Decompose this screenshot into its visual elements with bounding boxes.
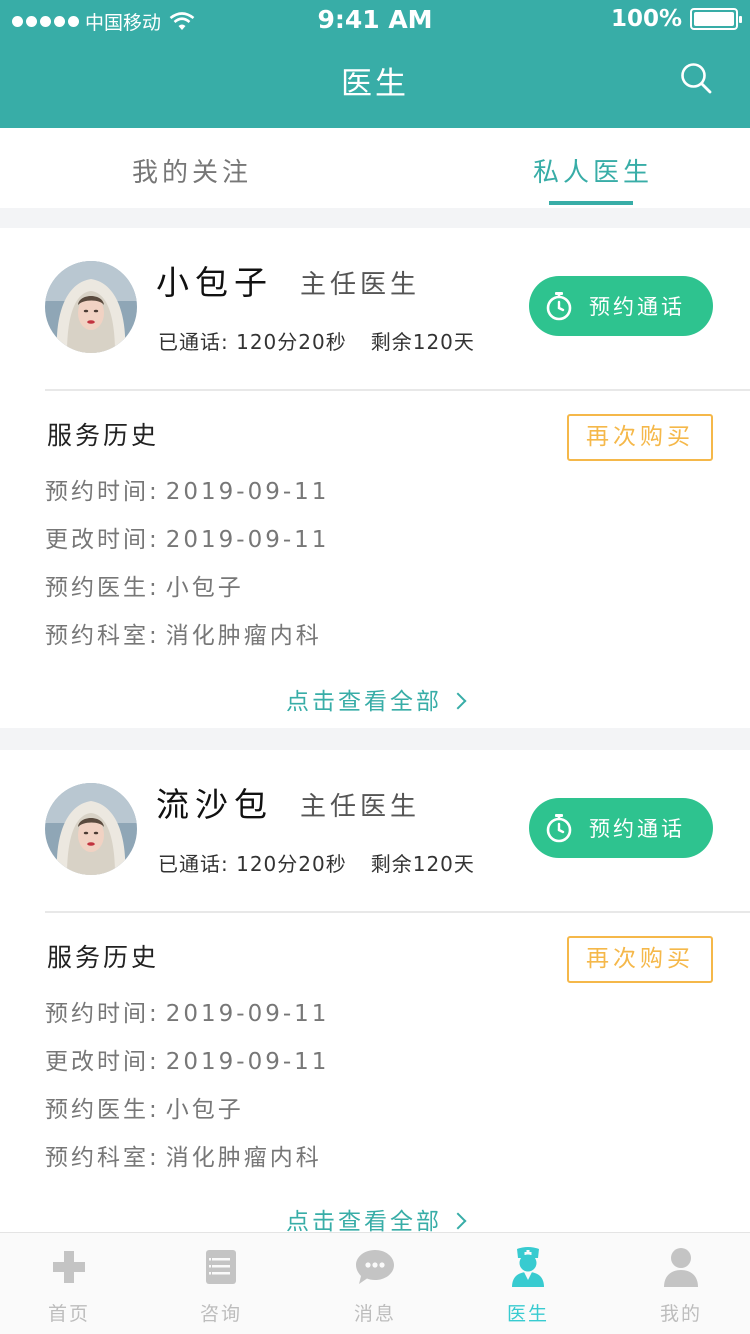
buy-again-button[interactable]: 再次购买 (567, 414, 713, 461)
tab-my-follows[interactable]: 我的关注 (132, 152, 252, 189)
battery-level (694, 12, 734, 26)
detail-label: 预约医生: (45, 575, 160, 601)
detail-value: 2019-09-11 (165, 479, 330, 505)
timer-icon (545, 813, 589, 843)
talked-label: 已通话: (158, 330, 229, 354)
talked-duration: 120分20秒 (236, 852, 347, 876)
view-all-label: 点击查看全部 (286, 689, 442, 715)
chevron-right-icon (449, 692, 467, 710)
detail-value: 2019-09-11 (165, 527, 330, 553)
tabbar-item-messages[interactable]: 消息 (320, 1247, 430, 1326)
doctor-title: 主任医生 (300, 270, 421, 300)
nurse-icon (512, 1247, 544, 1287)
book-call-label: 预约通话 (589, 817, 685, 841)
chat-bubble-icon (356, 1250, 394, 1284)
plus-cross-icon (53, 1251, 85, 1283)
history-detail-row: 预约时间: 2019-09-11 (45, 472, 329, 506)
detail-value: 消化肿瘤内科 (165, 1145, 322, 1171)
call-stats: 已通话: 120分20秒 剩余120天 (158, 326, 475, 355)
detail-label: 预约医生: (45, 1097, 160, 1123)
history-detail-row: 预约医生: 小包子 (45, 568, 244, 602)
service-history-title: 服务历史 (47, 943, 160, 972)
detail-value: 2019-09-11 (165, 1001, 330, 1027)
detail-value: 小包子 (165, 1097, 244, 1123)
document-list-icon (206, 1250, 236, 1284)
buy-again-button[interactable]: 再次购买 (567, 936, 713, 983)
active-tab-indicator (549, 201, 633, 205)
bottom-tab-bar: 首页 咨询 消息 医生 我的 (0, 1232, 750, 1334)
history-detail-row: 预约科室: 消化肿瘤内科 (45, 616, 322, 650)
detail-value: 消化肿瘤内科 (165, 623, 322, 649)
remaining-days: 剩余120天 (370, 852, 475, 876)
battery-icon (690, 8, 742, 30)
search-icon[interactable] (680, 62, 712, 94)
talked-label: 已通话: (158, 852, 229, 876)
chevron-right-icon (449, 1212, 467, 1230)
user-icon (664, 1248, 698, 1287)
segment-tabs: 我的关注 私人医生 (0, 128, 750, 208)
doctor-name: 小包子 (156, 263, 273, 302)
tabbar-label: 消息 (353, 1303, 396, 1325)
tabbar-label: 医生 (506, 1303, 549, 1325)
remaining-days: 剩余120天 (370, 330, 475, 354)
detail-value: 小包子 (165, 575, 244, 601)
call-stats: 已通话: 120分20秒 剩余120天 (158, 848, 475, 877)
detail-label: 预约科室: (45, 623, 160, 649)
detail-label: 预约时间: (45, 1001, 160, 1027)
app-header: 中国移动 9:41 AM 100% 医生 (0, 0, 750, 128)
battery-area: 100% (610, 6, 742, 32)
detail-label: 预约科室: (45, 1145, 160, 1171)
tabbar-item-mine[interactable]: 我的 (626, 1247, 736, 1326)
tabbar-item-doctor[interactable]: 医生 (473, 1247, 583, 1326)
doctor-name: 流沙包 (156, 785, 273, 824)
history-detail-row: 预约医生: 小包子 (45, 1090, 244, 1124)
detail-label: 更改时间: (45, 527, 160, 553)
talked-duration: 120分20秒 (236, 330, 347, 354)
divider (45, 911, 750, 913)
detail-value: 2019-09-11 (165, 1049, 330, 1075)
view-all-link[interactable]: 点击查看全部 (0, 1202, 750, 1236)
doctor-card: 流沙包 主任医生 已通话: 120分20秒 剩余120天 预约通话 服务历史 再次… (0, 750, 750, 1240)
page-title: 医生 (341, 66, 409, 102)
history-detail-row: 更改时间: 2019-09-11 (45, 1042, 329, 1076)
tabbar-label: 我的 (659, 1303, 702, 1325)
service-history-title: 服务历史 (47, 421, 160, 450)
doctor-card: 小包子 主任医生 已通话: 120分20秒 剩余120天 预约通话 服务历史 再次… (0, 228, 750, 728)
book-call-label: 预约通话 (589, 295, 685, 319)
doctor-title: 主任医生 (300, 792, 421, 822)
avatar[interactable] (45, 261, 137, 353)
tab-private-doctor[interactable]: 私人医生 (533, 152, 653, 189)
tabbar-item-consult[interactable]: 咨询 (166, 1247, 276, 1326)
history-detail-row: 预约科室: 消化肿瘤内科 (45, 1138, 322, 1172)
history-detail-row: 预约时间: 2019-09-11 (45, 994, 329, 1028)
status-bar: 中国移动 9:41 AM 100% (0, 0, 750, 40)
divider (45, 389, 750, 391)
book-call-button[interactable]: 预约通话 (529, 798, 713, 858)
book-call-button[interactable]: 预约通话 (529, 276, 713, 336)
tabbar-label: 首页 (47, 1303, 90, 1325)
timer-icon (545, 291, 589, 321)
view-all-link[interactable]: 点击查看全部 (0, 682, 750, 716)
tabbar-item-home[interactable]: 首页 (14, 1247, 124, 1326)
detail-label: 预约时间: (45, 479, 160, 505)
battery-percent: 100% (610, 6, 682, 32)
detail-label: 更改时间: (45, 1049, 160, 1075)
avatar[interactable] (45, 783, 137, 875)
tabbar-label: 咨询 (199, 1303, 242, 1325)
history-detail-row: 更改时间: 2019-09-11 (45, 520, 329, 554)
